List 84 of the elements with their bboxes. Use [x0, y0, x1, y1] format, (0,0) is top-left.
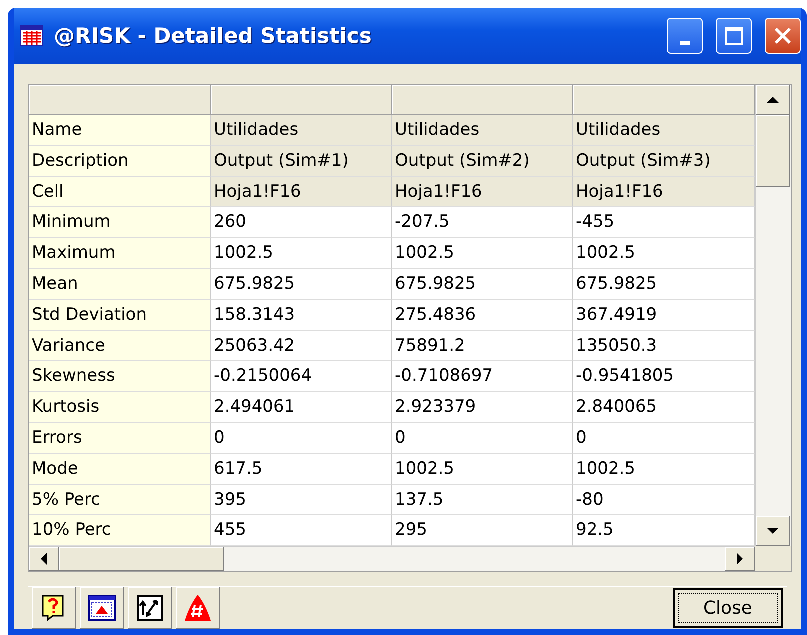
- swap-arrows-icon: [137, 595, 163, 621]
- table-cell: 675.9825: [392, 268, 573, 300]
- table-cell: 137.5: [392, 484, 573, 516]
- table-cell: -0.7108697: [392, 361, 573, 392]
- close-icon: [773, 26, 793, 46]
- up-arrow-icon: [767, 96, 779, 104]
- table-cell: 1002.5: [573, 238, 755, 269]
- chart-window-icon: [88, 595, 116, 621]
- help-icon: [41, 594, 67, 622]
- table-cell: 25063.42: [211, 330, 392, 362]
- row-label: Minimum: [29, 207, 211, 238]
- spreadsheet-icon: [20, 24, 44, 48]
- row-label: Maximum: [29, 238, 211, 269]
- minimize-button[interactable]: [667, 18, 703, 54]
- down-arrow-icon: [767, 527, 779, 535]
- table-cell: 2.923379: [392, 392, 573, 423]
- table-cell: Hoja1!F16: [211, 176, 392, 208]
- table-cell: 1002.5: [392, 238, 573, 269]
- scroll-right-button[interactable]: [725, 547, 755, 571]
- warning-hash-icon: [183, 593, 213, 623]
- table-cell: Output (Sim#3): [573, 146, 755, 177]
- table-cell: 617.5: [211, 454, 392, 485]
- row-label: Kurtosis: [29, 392, 211, 423]
- table-cell: 0: [211, 422, 392, 454]
- table-cell: Hoja1!F16: [392, 176, 573, 208]
- table-cell: 2.840065: [573, 392, 755, 423]
- row-label: Mode: [29, 454, 211, 485]
- row-label: 10% Perc: [29, 515, 211, 546]
- table-cell: -80: [573, 484, 755, 516]
- row-label: 5% Perc: [29, 484, 211, 516]
- maximize-icon: [724, 26, 744, 46]
- maximize-button[interactable]: [716, 18, 752, 54]
- table-cell: 1002.5: [573, 454, 755, 485]
- right-arrow-icon: [736, 553, 744, 565]
- table-cell: 1002.5: [211, 238, 392, 269]
- table-cell: 260: [211, 207, 392, 238]
- scroll-left-button[interactable]: [29, 547, 59, 571]
- table-cell: -207.5: [392, 207, 573, 238]
- table-cell: -0.9541805: [573, 361, 755, 392]
- table-cell: 395: [211, 484, 392, 516]
- table-cell: 2.494061: [211, 392, 392, 423]
- close-window-button[interactable]: [765, 18, 801, 54]
- horizontal-scrollbar[interactable]: [29, 546, 755, 571]
- row-label: Variance: [29, 330, 211, 362]
- table-cell: 295: [392, 515, 573, 546]
- table-cell: Utilidades: [392, 115, 573, 146]
- table-cell: 675.9825: [211, 268, 392, 300]
- scrollbar-thumb[interactable]: [59, 547, 224, 571]
- table-cell: -455: [573, 207, 755, 238]
- window-title: @RISK - Detailed Statistics: [54, 24, 373, 48]
- scroll-up-button[interactable]: [756, 85, 790, 115]
- row-label: Std Deviation: [29, 300, 211, 331]
- row-label: Cell: [29, 176, 211, 208]
- table-cell: 275.4836: [392, 300, 573, 331]
- scroll-down-button[interactable]: [756, 516, 790, 546]
- table-cell: -0.2150064: [211, 361, 392, 392]
- row-label: Errors: [29, 422, 211, 454]
- scrollbar-thumb[interactable]: [756, 115, 790, 187]
- table-cell: Hoja1!F16: [573, 176, 755, 208]
- row-label: Skewness: [29, 361, 211, 392]
- table-cell: Utilidades: [573, 115, 755, 146]
- table-cell: 158.3143: [211, 300, 392, 331]
- table-cell: 92.5: [573, 515, 755, 546]
- table-cell: 675.9825: [573, 268, 755, 300]
- table-cell: 0: [392, 422, 573, 454]
- table-cell: 455: [211, 515, 392, 546]
- minimize-icon: [680, 41, 690, 45]
- table-cell: 135050.3: [573, 330, 755, 362]
- close-button[interactable]: Close: [673, 588, 783, 628]
- row-label: Description: [29, 146, 211, 177]
- toolbar-button[interactable]: [32, 587, 76, 629]
- table-cell: Output (Sim#1): [211, 146, 392, 177]
- table-cell: Output (Sim#2): [392, 146, 573, 177]
- row-label: Name: [29, 115, 211, 146]
- table-cell: 1002.5: [392, 454, 573, 485]
- table-cell: 367.4919: [573, 300, 755, 331]
- row-label: Mean: [29, 268, 211, 300]
- table-cell: Utilidades: [211, 115, 392, 146]
- toolbar-button[interactable]: [128, 587, 172, 629]
- vertical-scrollbar[interactable]: [755, 85, 791, 546]
- table-cell: 0: [573, 422, 755, 454]
- toolbar-button[interactable]: [80, 587, 124, 629]
- table-cell: 75891.2: [392, 330, 573, 362]
- left-arrow-icon: [40, 553, 48, 565]
